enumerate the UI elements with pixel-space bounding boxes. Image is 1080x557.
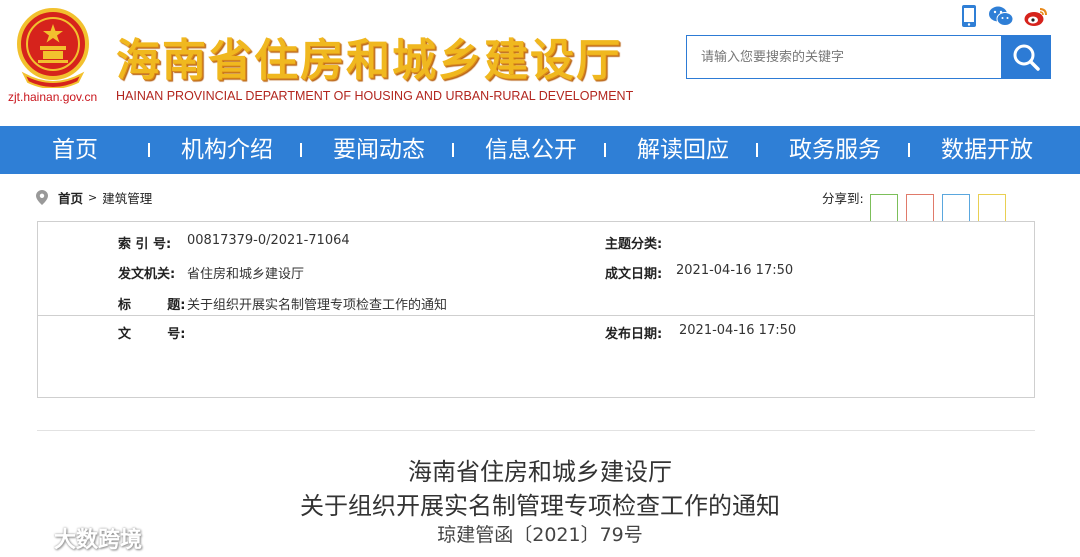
document-info-table: 索 引 号: 00817379-0/2021-71064 主题分类: 发文机关:… bbox=[37, 221, 1035, 398]
top-icon-bar bbox=[960, 4, 1048, 28]
pub-date-label: 发布日期: bbox=[605, 327, 663, 342]
nav-item-services[interactable]: 政务服务 bbox=[789, 126, 881, 174]
nav-item-disclosure[interactable]: 信息公开 bbox=[485, 126, 577, 174]
index-label: 索 引 号: bbox=[118, 237, 172, 252]
nav-separator bbox=[604, 143, 606, 157]
search-icon bbox=[1013, 44, 1040, 71]
document-title: 关于组织开展实名制管理专项检查工作的通知 bbox=[300, 492, 780, 520]
nav-separator bbox=[452, 143, 454, 157]
location-pin-icon bbox=[36, 189, 48, 205]
pub-date-value: 2021-04-16 17:50 bbox=[679, 323, 797, 338]
nav-item-news[interactable]: 要闻动态 bbox=[333, 126, 425, 174]
watermark-logo-icon bbox=[9, 527, 47, 551]
search-input[interactable] bbox=[687, 36, 1001, 78]
national-emblem-icon bbox=[17, 8, 89, 88]
title-value: 关于组织开展实名制管理专项检查工作的通知 bbox=[187, 298, 448, 313]
topic-label: 主题分类: bbox=[605, 237, 663, 252]
share-label: 分享到: bbox=[822, 191, 864, 206]
issuer-label: 发文机关: bbox=[118, 267, 176, 282]
nav-separator bbox=[908, 143, 910, 157]
index-value: 00817379-0/2021-71064 bbox=[187, 233, 350, 248]
share-button-1[interactable] bbox=[870, 194, 898, 222]
site-title: 海南省住房和城乡建设厅 bbox=[116, 35, 622, 86]
title-label: 标 题: bbox=[118, 298, 186, 313]
nav-item-about[interactable]: 机构介绍 bbox=[181, 126, 273, 174]
document-number: 琼建管函〔2021〕79号 bbox=[437, 524, 643, 546]
nav-item-open-data[interactable]: 数据开放 bbox=[941, 126, 1033, 174]
info-divider bbox=[38, 315, 1034, 316]
main-nav: 首页 机构介绍 要闻动态 信息公开 解读回应 政务服务 数据开放 bbox=[0, 126, 1080, 174]
document-issuer-heading: 海南省住房和城乡建设厅 bbox=[408, 458, 672, 486]
nav-separator bbox=[148, 143, 150, 157]
content-divider bbox=[37, 430, 1035, 431]
wechat-icon[interactable] bbox=[988, 5, 1014, 27]
issuer-value: 省住房和城乡建设厅 bbox=[187, 267, 305, 282]
share-button-2[interactable] bbox=[906, 194, 934, 222]
watermark: 大数跨境 bbox=[8, 522, 142, 554]
docno-label: 文 号: bbox=[118, 327, 186, 342]
search-button[interactable] bbox=[1001, 36, 1051, 78]
breadcrumb-separator: > bbox=[88, 190, 98, 204]
mobile-icon[interactable] bbox=[960, 4, 978, 28]
nav-item-home[interactable]: 首页 bbox=[52, 126, 98, 174]
site-header: zjt.hainan.gov.cn 海南省住房和城乡建设厅 HAINAN PRO… bbox=[0, 0, 1080, 126]
search-box bbox=[686, 35, 1051, 79]
share-button-3[interactable] bbox=[942, 194, 970, 222]
site-url[interactable]: zjt.hainan.gov.cn bbox=[8, 90, 97, 104]
nav-item-interpretation[interactable]: 解读回应 bbox=[637, 126, 729, 174]
breadcrumb: 首页 > 建筑管理 bbox=[36, 188, 152, 206]
share-button-4[interactable] bbox=[978, 194, 1006, 222]
nav-separator bbox=[300, 143, 302, 157]
weibo-icon[interactable] bbox=[1024, 5, 1048, 27]
site-subtitle: HAINAN PROVINCIAL DEPARTMENT OF HOUSING … bbox=[116, 89, 634, 103]
breadcrumb-current[interactable]: 建筑管理 bbox=[102, 188, 152, 207]
breadcrumb-home[interactable]: 首页 bbox=[58, 188, 83, 207]
date-value: 2021-04-16 17:50 bbox=[676, 263, 794, 278]
nav-separator bbox=[756, 143, 758, 157]
date-label: 成文日期: bbox=[605, 267, 663, 282]
watermark-text: 大数跨境 bbox=[54, 528, 143, 553]
